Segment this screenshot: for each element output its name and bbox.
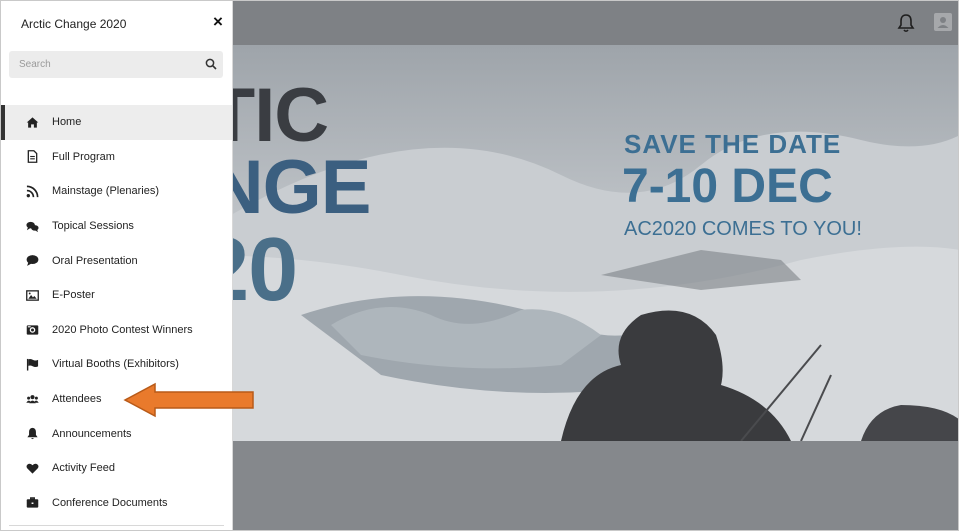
nav-item-label: Full Program [52,150,115,163]
search-icon[interactable] [205,58,217,70]
nav-item-full-program[interactable]: Full Program [1,140,232,175]
drawer-divider [9,525,224,526]
nav-item-home[interactable]: Home [1,105,232,140]
nav-item-photo-contest[interactable]: 2020 Photo Contest Winners [1,313,232,348]
file-icon [25,150,39,164]
rss-icon [25,184,39,198]
nav-item-label: Announcements [52,427,132,440]
flag-icon [25,357,39,371]
search-input[interactable] [19,57,189,72]
profile-button[interactable] [934,13,952,31]
nav-item-label: Topical Sessions [52,220,134,233]
nav-item-topical-sessions[interactable]: Topical Sessions [1,209,232,244]
nav-item-virtual-booths[interactable]: Virtual Booths (Exhibitors) [1,347,232,382]
event-tagline: AC2020 COMES TO YOU! [624,218,862,240]
nav-item-oral-presentation[interactable]: Oral Presentation [1,243,232,278]
nav-item-label: Home [52,116,82,129]
users-icon [25,392,39,406]
notification-bell-icon[interactable] [897,13,915,33]
nav-item-label: E-Poster [52,289,95,302]
camera-icon [25,323,39,337]
annotation-arrow-icon [123,382,254,418]
nav-item-activity-feed[interactable]: Activity Feed [1,451,232,486]
nav-item-label: Activity Feed [52,462,115,475]
app-window: RCTIC HANGE 2020 SAVE THE DATE 7-10 DEC … [0,0,959,531]
nav-item-label: Virtual Booths (Exhibitors) [52,358,179,371]
nav-item-mainstage[interactable]: Mainstage (Plenaries) [1,174,232,209]
nav-item-e-poster[interactable]: E-Poster [1,278,232,313]
nav-item-label: Attendees [52,393,102,406]
search-box [9,51,223,78]
nav-item-label: Conference Documents [52,496,168,509]
user-icon [937,17,949,28]
comments-icon [25,219,39,233]
nav-item-label: Oral Presentation [52,254,138,267]
event-dates: 7-10 DEC [622,160,833,213]
home-icon [25,115,39,129]
comment-icon [25,254,39,268]
nav-item-conference-documents[interactable]: Conference Documents [1,486,232,521]
image-icon [25,288,39,302]
nav-item-announcements[interactable]: Announcements [1,416,232,451]
nav-menu: Home Full Program Mainstage (Plenaries) … [1,105,232,520]
close-drawer-button[interactable]: × [209,13,227,31]
bell-icon [25,427,39,441]
drawer-title: Arctic Change 2020 [21,17,127,31]
heart-icon [25,461,39,475]
briefcase-icon [25,496,39,510]
nav-item-label: 2020 Photo Contest Winners [52,323,193,336]
nav-item-label: Mainstage (Plenaries) [52,185,159,198]
save-the-date-text: SAVE THE DATE [624,129,842,159]
navigation-drawer: Arctic Change 2020 × Home Full Program [1,1,233,530]
